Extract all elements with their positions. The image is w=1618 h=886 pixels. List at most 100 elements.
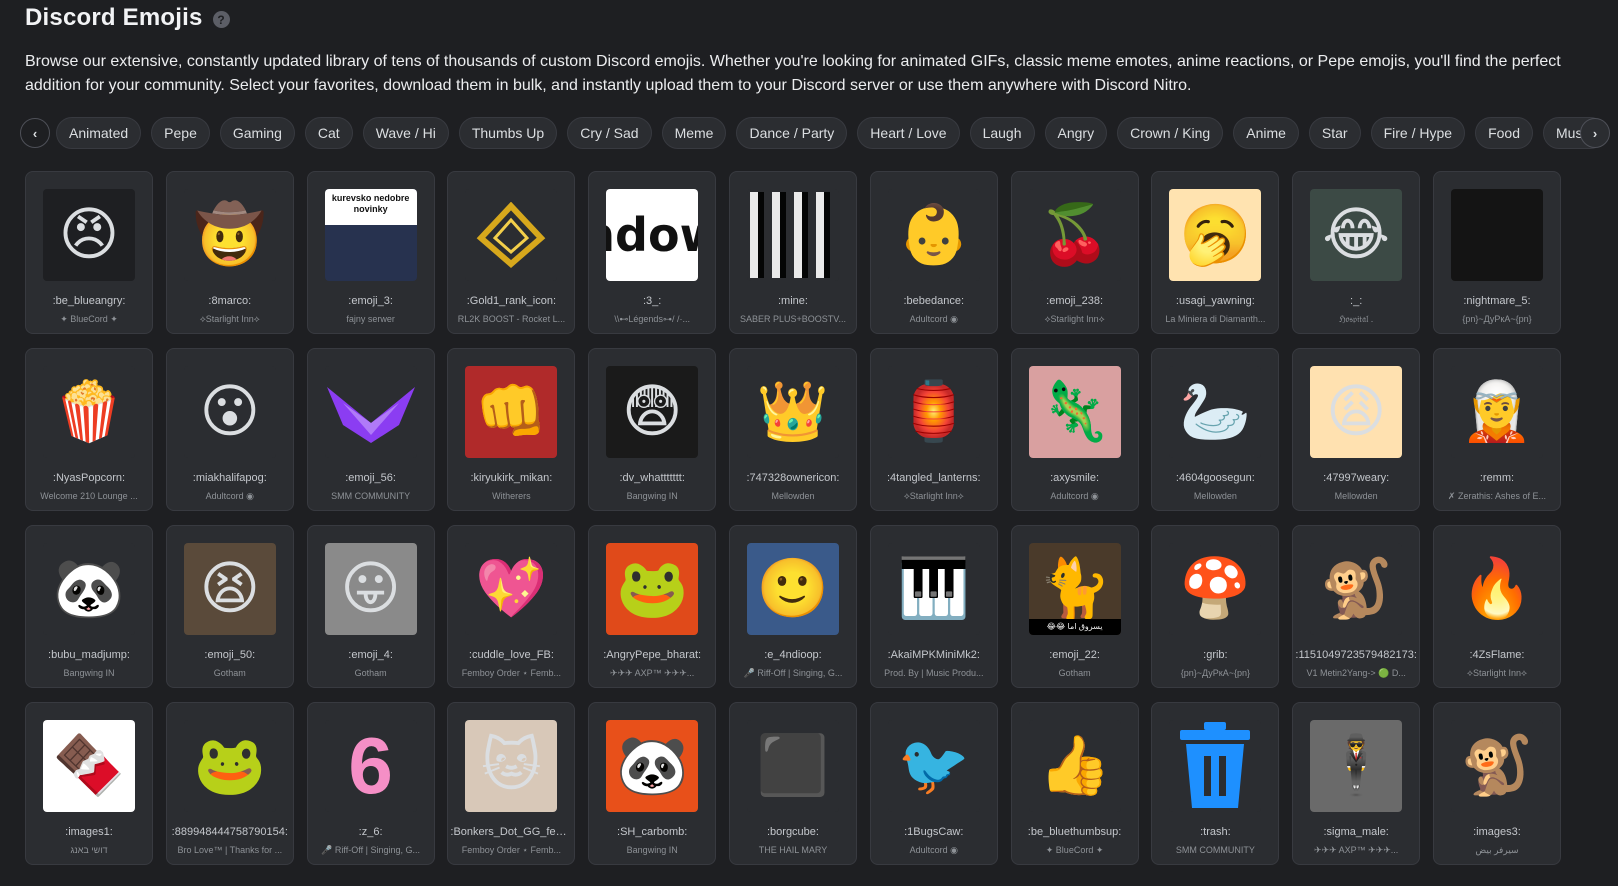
emoji-card[interactable]: kurevsko nedobre novinky:emoji_3: fajny s…	[306, 171, 435, 334]
tag-chip[interactable]: Gaming	[219, 117, 295, 149]
tag-chip[interactable]: Laugh	[969, 117, 1035, 149]
emoji-card[interactable]: :nightmare_5: {pn}~ДуРкА~{pn}	[1432, 171, 1561, 334]
chevron-right-icon[interactable]: ›	[1580, 118, 1610, 148]
emoji-server[interactable]: 🎤 Riff-Off | Singing, G...	[734, 668, 852, 679]
emoji-server[interactable]: ⟡Starlight Inn⟡	[875, 491, 993, 502]
emoji-card[interactable]: 😂:_: ℌ𝔬𝔰𝔭𝔦𝔱𝔞𝔩 .	[1292, 171, 1421, 334]
emoji-server[interactable]: ⟡Starlight Inn⟡	[1438, 668, 1556, 679]
emoji-server[interactable]: {pn}~ДуРкА~{pn}	[1156, 668, 1274, 678]
emoji-card[interactable]: 😨:dv_whattttttt: Bangwing IN	[588, 348, 717, 511]
emoji-card[interactable]: 🍒:emoji_238: ⟡Starlight Inn⟡	[1010, 171, 1139, 334]
emoji-card[interactable]: 🏮:4tangled_lanterns: ⟡Starlight Inn⟡	[869, 348, 998, 511]
emoji-server[interactable]: Gotham	[1016, 668, 1134, 678]
emoji-card[interactable]: 😫:emoji_50: Gotham	[165, 525, 294, 688]
emoji-card[interactable]: 😩:47997weary: Mellowden	[1292, 348, 1421, 511]
emoji-card[interactable]: 🕴:sigma_male: ✈✈✈ AXP™ ✈✈✈...	[1292, 702, 1421, 865]
tag-chip[interactable]: Cry / Sad	[567, 117, 652, 149]
emoji-server[interactable]: Witherers	[452, 491, 570, 501]
emoji-server[interactable]: ✈✈✈ AXP™ ✈✈✈...	[593, 668, 711, 679]
emoji-card[interactable]: 🐒:images3: سيرفر بيض	[1432, 702, 1561, 865]
emoji-card[interactable]: 🐱:Bonkers_Dot_GG_femboiss: Femboy Order ⋆…	[447, 702, 576, 865]
emoji-server[interactable]: SMM COMMUNITY	[312, 491, 430, 501]
tag-chip[interactable]: Food	[1475, 117, 1533, 149]
emoji-server[interactable]: سيرفر بيض	[1438, 845, 1556, 856]
emoji-server[interactable]: Prod. By | Music Produ...	[875, 668, 993, 678]
emoji-server[interactable]: ✦ BlueCord ✦	[30, 314, 148, 325]
emoji-card[interactable]: 👑:747328ownericon: Mellowden	[728, 348, 857, 511]
emoji-server[interactable]: Femboy Order ⋆ Femb...	[452, 668, 570, 679]
tag-chip[interactable]: Meme	[661, 117, 727, 149]
emoji-card[interactable]: 👶:bebedance: Adultcord ◉	[869, 171, 998, 334]
emoji-card[interactable]: 👍:be_bluethumbsup: ✦ BlueCord ✦	[1010, 702, 1139, 865]
emoji-server[interactable]: {pn}~ДуРкА~{pn}	[1438, 314, 1556, 324]
emoji-card[interactable]: 🔥:4ZsFlame: ⟡Starlight Inn⟡	[1432, 525, 1561, 688]
emoji-card[interactable]: :mine: SABER PLUS+BOOSTV...	[728, 171, 857, 334]
emoji-card[interactable]: ⬛:borgcube: THE HAIL MARY	[728, 702, 857, 865]
emoji-server[interactable]: Gotham	[312, 668, 430, 678]
emoji-server[interactable]: Bangwing IN	[30, 668, 148, 678]
emoji-card[interactable]: :trash: SMM COMMUNITY	[1151, 702, 1280, 865]
emoji-server[interactable]: Welcome 210 Lounge ...	[30, 491, 148, 501]
emoji-card[interactable]: 🥱:usagi_yawning: La Miniera di Diamanth..…	[1151, 171, 1280, 334]
emoji-server[interactable]: דושי באנג	[30, 845, 148, 855]
emoji-card[interactable]: 🎹:AkaiMPKMiniMk2: Prod. By | Music Produ.…	[869, 525, 998, 688]
tag-chip[interactable]: Fire / Hype	[1370, 117, 1466, 149]
tag-chip[interactable]: Animated	[56, 117, 142, 149]
emoji-card[interactable]: 🦎:axysmile: Adultcord ◉	[1010, 348, 1139, 511]
emoji-card[interactable]: 🐒:1151049723579482173: V1 Metin2Yang-> 🟢 …	[1292, 525, 1421, 688]
emoji-card[interactable]: 6:z_6: 🎤 Riff-Off | Singing, G...	[306, 702, 435, 865]
tag-chip[interactable]: Heart / Love	[857, 117, 960, 149]
emoji-card[interactable]: 🐼:SH_carbomb: Bangwing IN	[588, 702, 717, 865]
emoji-card[interactable]: 😮:miakhalifapog: Adultcord ◉	[165, 348, 294, 511]
emoji-card[interactable]: :Gold1_rank_icon: RL2K BOOST - Rocket L..…	[447, 171, 576, 334]
emoji-server[interactable]: Femboy Order ⋆ Femb...	[452, 845, 570, 856]
emoji-server[interactable]: ✦ BlueCord ✦	[1016, 845, 1134, 856]
emoji-server[interactable]: Mellowden	[1297, 491, 1415, 501]
emoji-server[interactable]: ⟡Starlight Inn⟡	[171, 314, 289, 325]
emoji-server[interactable]: Bro Love™ | Thanks for ...	[171, 845, 289, 855]
tag-chip[interactable]: Cat	[304, 117, 353, 149]
emoji-card[interactable]: :emoji_56: SMM COMMUNITY	[306, 348, 435, 511]
emoji-card[interactable]: 🐦:1BugsCaw: Adultcord ◉	[869, 702, 998, 865]
emoji-card[interactable]: 😛:emoji_4: Gotham	[306, 525, 435, 688]
emoji-server[interactable]: THE HAIL MARY	[734, 845, 852, 855]
emoji-card[interactable]: 🙂:e_4ndioop: 🎤 Riff-Off | Singing, G...	[728, 525, 857, 688]
chevron-left-icon[interactable]: ‹	[20, 118, 50, 148]
emoji-card[interactable]: 🧝:remm: ✗ Zerathis: Ashes of E...	[1432, 348, 1561, 511]
emoji-server[interactable]: Adultcord ◉	[875, 314, 993, 325]
emoji-card[interactable]: 🦢:4604goosegun: Mellowden	[1151, 348, 1280, 511]
emoji-card[interactable]: 🤠:8marco: ⟡Starlight Inn⟡	[165, 171, 294, 334]
emoji-card[interactable]: 🐸:889948444758790154: Bro Love™ | Thanks …	[165, 702, 294, 865]
emoji-server[interactable]: Adultcord ◉	[171, 491, 289, 502]
tag-chip[interactable]: Angry	[1044, 117, 1108, 149]
tag-chip[interactable]: Thumbs Up	[458, 117, 558, 149]
emoji-server[interactable]: \\⊷Légends⊶/ /·...	[593, 314, 711, 325]
emoji-server[interactable]: Gotham	[171, 668, 289, 678]
emoji-card[interactable]: 🍫:images1: דושי באנג	[25, 702, 153, 865]
emoji-server[interactable]: Bangwing IN	[593, 845, 711, 855]
emoji-server[interactable]: ✗ Zerathis: Ashes of E...	[1438, 491, 1556, 502]
emoji-card[interactable]: 🐸:AngryPepe_bharat: ✈✈✈ AXP™ ✈✈✈...	[588, 525, 717, 688]
emoji-server[interactable]: La Miniera di Diamanth...	[1156, 314, 1274, 324]
tag-chip[interactable]: Pepe	[151, 117, 210, 149]
emoji-server[interactable]: Mellowden	[734, 491, 852, 501]
emoji-card[interactable]: 👊:kiryukirk_mikan: Witherers	[447, 348, 576, 511]
emoji-server[interactable]: ⟡Starlight Inn⟡	[1016, 314, 1134, 325]
emoji-card[interactable]: 😠:be_blueangry: ✦ BlueCord ✦	[25, 171, 153, 334]
tag-chip[interactable]: Star	[1308, 117, 1361, 149]
emoji-server[interactable]: RL2K BOOST - Rocket L...	[452, 314, 570, 324]
emoji-server[interactable]: 🎤 Riff-Off | Singing, G...	[312, 845, 430, 856]
emoji-card[interactable]: 🍿:NyasPopcorn: Welcome 210 Lounge ...	[25, 348, 153, 511]
emoji-server[interactable]: Bangwing IN	[593, 491, 711, 501]
help-icon[interactable]: ?	[212, 11, 230, 28]
emoji-server[interactable]: ✈✈✈ AXP™ ✈✈✈...	[1297, 845, 1415, 856]
emoji-card[interactable]: ndow:3_: \\⊷Légends⊶/ /·...	[588, 171, 717, 334]
emoji-card[interactable]: 💖:cuddle_love_FB: Femboy Order ⋆ Femb...	[447, 525, 576, 688]
emoji-card[interactable]: 🐼:bubu_madjump: Bangwing IN	[25, 525, 153, 688]
tag-chip[interactable]: Dance / Party	[736, 117, 848, 149]
emoji-server[interactable]: ℌ𝔬𝔰𝔭𝔦𝔱𝔞𝔩 .	[1297, 314, 1415, 325]
emoji-server[interactable]: Mellowden	[1156, 491, 1274, 501]
emoji-server[interactable]: SMM COMMUNITY	[1156, 845, 1274, 855]
emoji-server[interactable]: fajny serwer	[312, 314, 430, 324]
emoji-server[interactable]: V1 Metin2Yang-> 🟢 D...	[1297, 668, 1415, 679]
